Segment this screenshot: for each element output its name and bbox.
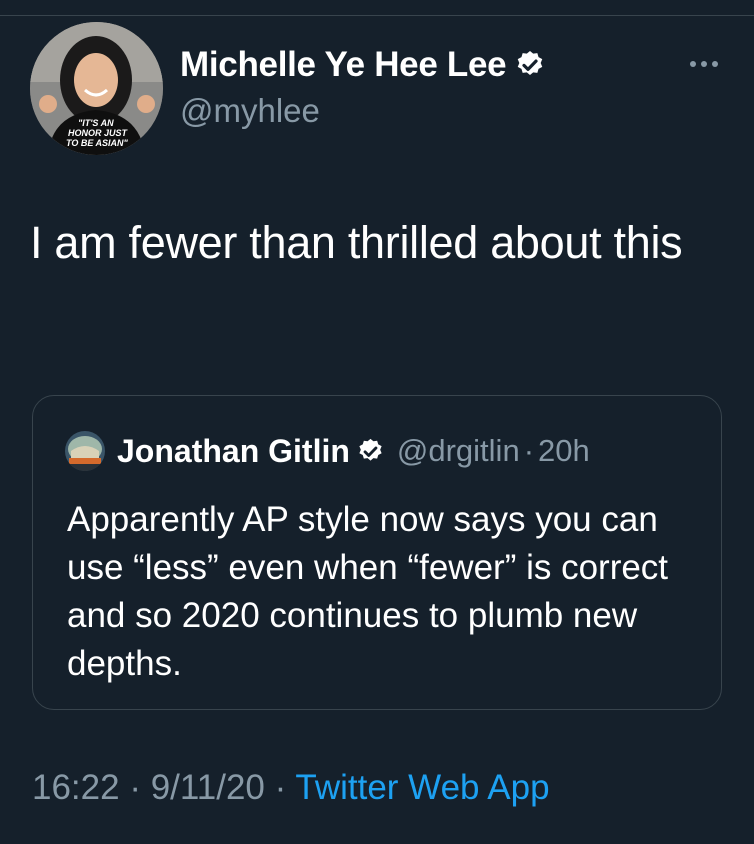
- author-name-row: Michelle Ye Hee Lee: [180, 40, 546, 90]
- svg-text:HONOR JUST: HONOR JUST: [68, 128, 129, 138]
- author-avatar[interactable]: "IT'S AN HONOR JUST TO BE ASIAN": [30, 22, 163, 155]
- quoted-author-handle[interactable]: @drgitlin: [397, 433, 520, 469]
- tweet-source-link[interactable]: Twitter Web App: [295, 768, 549, 807]
- svg-text:TO BE ASIAN": TO BE ASIAN": [66, 138, 129, 148]
- quoted-tweet-header: Jonathan Gitlin @drgitlin · 20h: [117, 428, 590, 474]
- quoted-tweet-text: Apparently AP style now says you can use…: [67, 500, 669, 683]
- tweet-detail: "IT'S AN HONOR JUST TO BE ASIAN" Michell…: [0, 0, 754, 844]
- quoted-author-name[interactable]: Jonathan Gitlin: [117, 433, 350, 470]
- separator-dot: ·: [523, 433, 535, 468]
- divider: [0, 15, 754, 16]
- tweet-text: I am fewer than thrilled about this: [30, 217, 683, 268]
- quoted-tweet-card[interactable]: Jonathan Gitlin @drgitlin · 20h Apparent…: [32, 395, 722, 710]
- author-handle[interactable]: @myhlee: [180, 92, 320, 130]
- author-name[interactable]: Michelle Ye Hee Lee: [180, 45, 507, 85]
- svg-text:"IT'S AN: "IT'S AN: [78, 118, 114, 128]
- separator-dot: ·: [129, 768, 141, 807]
- verified-badge-icon: [359, 438, 382, 461]
- separator-dot: ·: [274, 768, 287, 807]
- tweet-meta: 16:22 · 9/11/20 · Twitter Web App: [32, 768, 550, 808]
- verified-badge-icon: [518, 51, 543, 75]
- tweet-date: 9/11/20: [150, 768, 265, 807]
- more-options-icon[interactable]: [688, 58, 720, 70]
- tweet-time: 16:22: [32, 768, 120, 807]
- quoted-author-avatar[interactable]: [65, 431, 105, 471]
- quoted-tweet-time[interactable]: 20h: [538, 433, 590, 469]
